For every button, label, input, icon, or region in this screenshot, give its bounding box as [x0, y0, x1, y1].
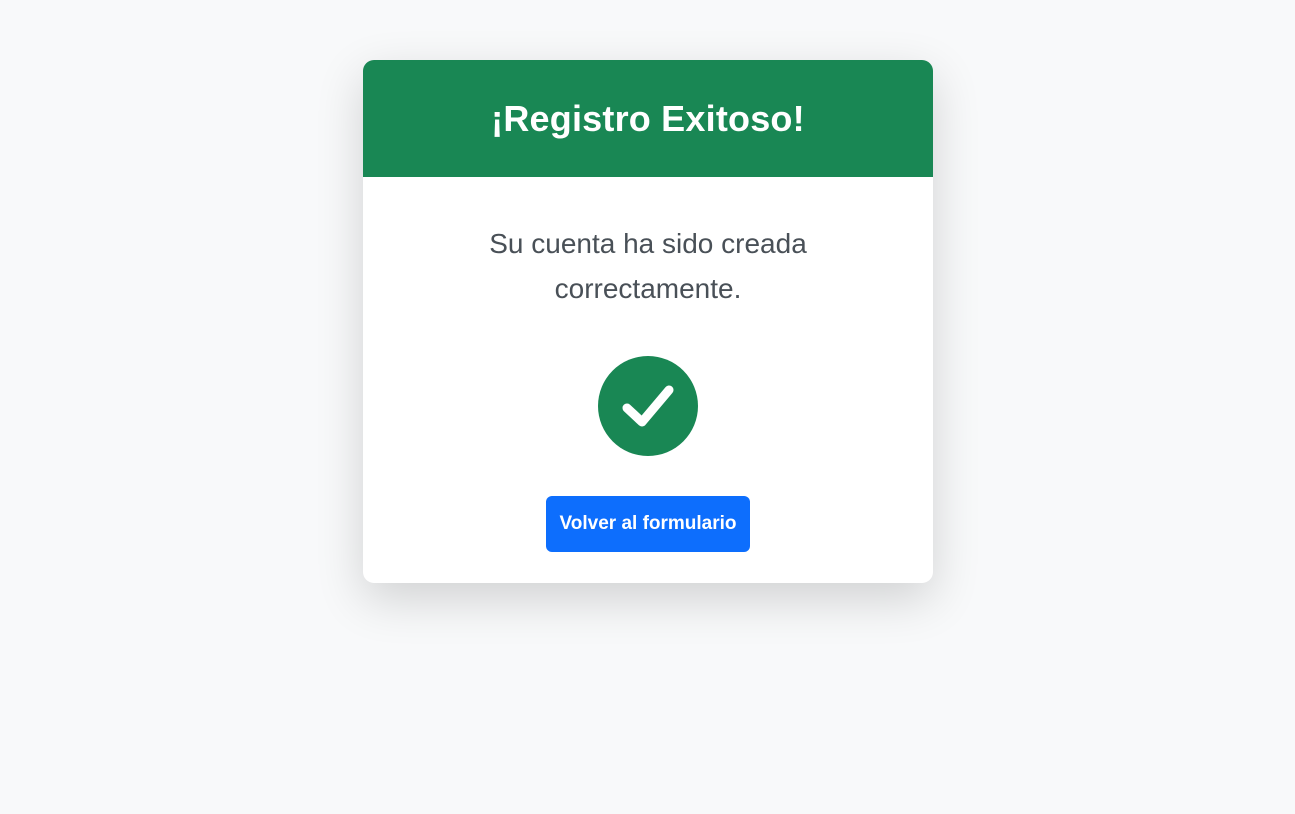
card-body: Su cuenta ha sido creada correctamente. … [363, 177, 933, 552]
success-message: Su cuenta ha sido creada correctamente. [489, 228, 807, 304]
page-title: ¡Registro Exitoso! [491, 97, 805, 139]
check-circle-icon [598, 356, 698, 456]
success-card: ¡Registro Exitoso! Su cuenta ha sido cre… [363, 60, 933, 583]
card-header: ¡Registro Exitoso! [363, 60, 933, 177]
back-to-form-button[interactable]: Volver al formulario [546, 496, 750, 552]
checkmark-icon [622, 385, 674, 427]
